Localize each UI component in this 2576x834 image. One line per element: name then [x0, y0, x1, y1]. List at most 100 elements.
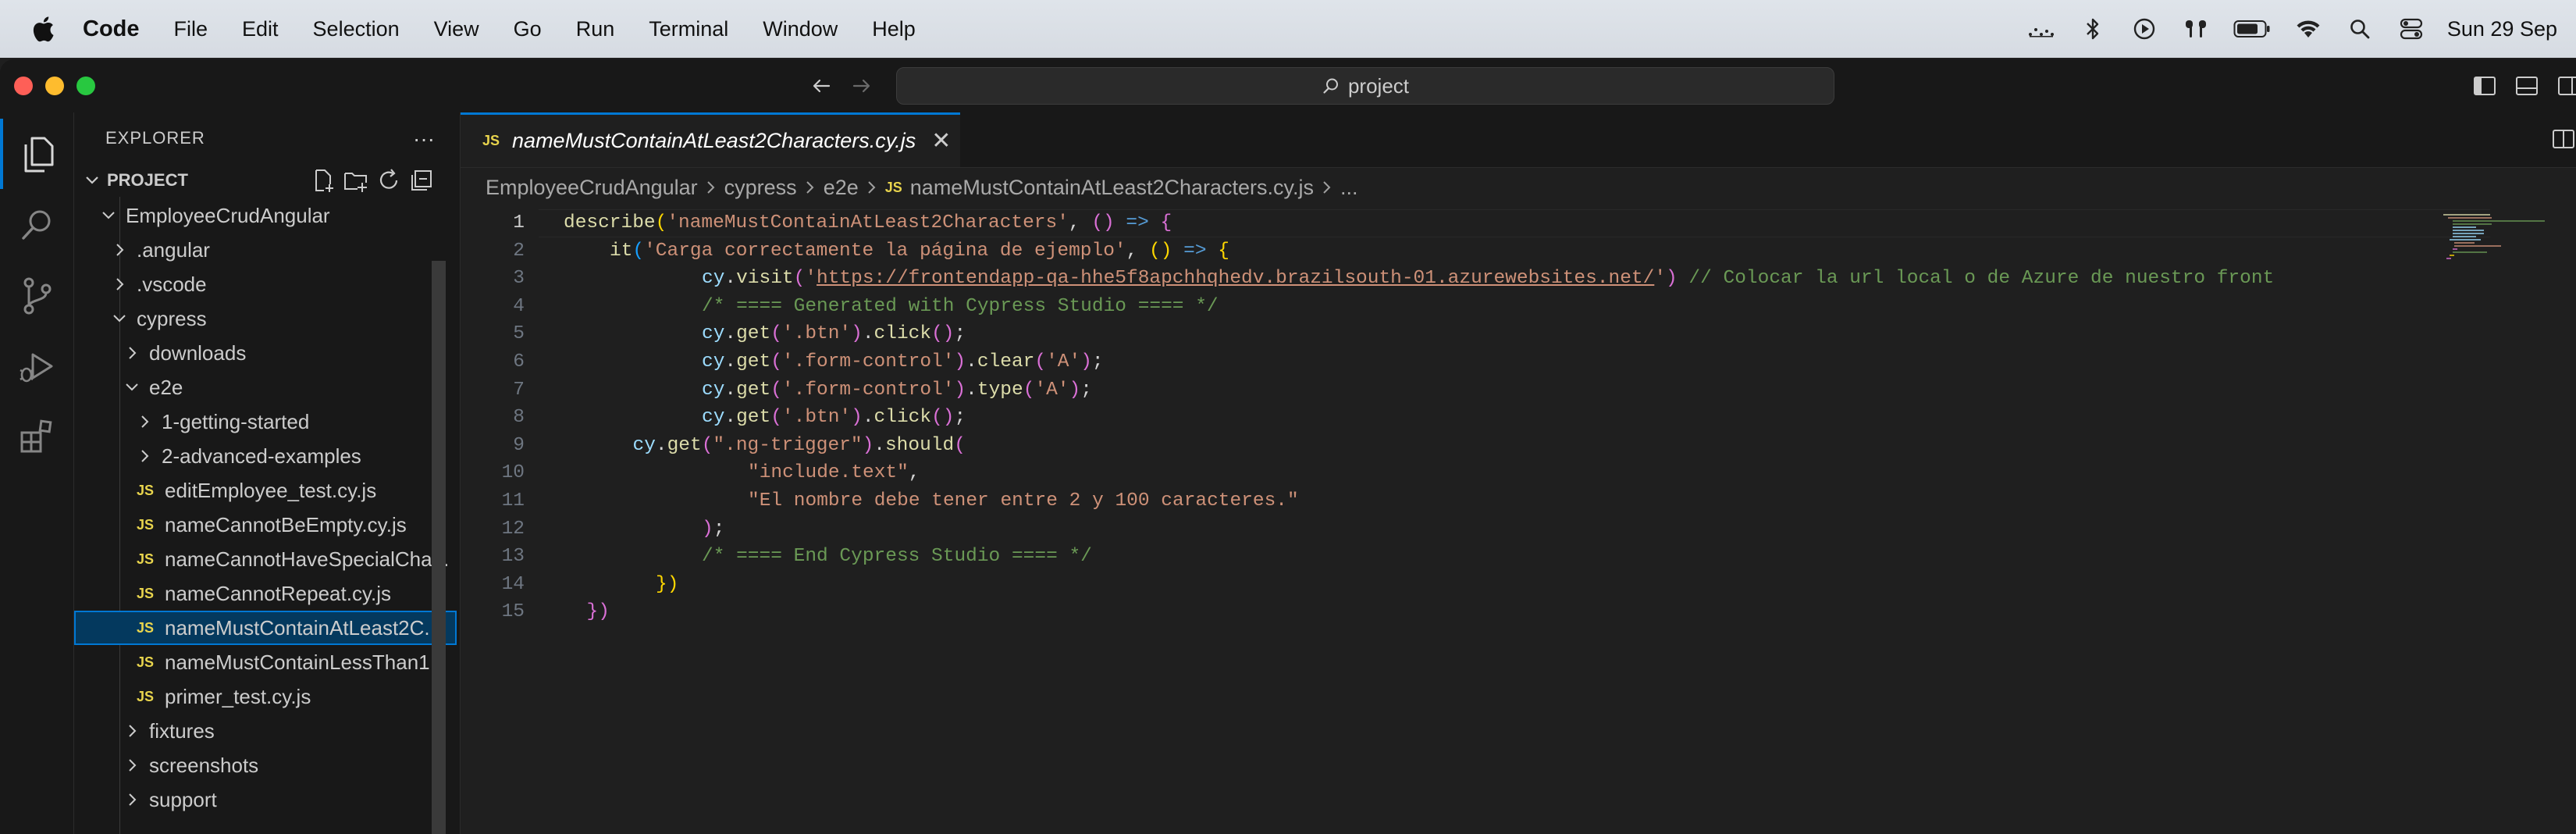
menu-run[interactable]: Run: [576, 17, 615, 41]
file-item-namecannotbeempty-cy-js[interactable]: JS nameCannotBeEmpty.cy.js: [74, 508, 460, 542]
file-item-primer-test-cy-js[interactable]: JS primer_test.cy.js: [74, 679, 460, 714]
menu-window[interactable]: Window: [763, 17, 838, 41]
code-token: visit: [736, 268, 794, 290]
sidebar-scrollbar[interactable]: [432, 261, 446, 834]
code-text: cy.get('.form-control').clear('A');: [702, 348, 1104, 376]
file-item-namemustcontainlessthan1[interactable]: JS nameMustContainLessThan1...: [74, 645, 460, 679]
window-maximize-button[interactable]: [76, 77, 95, 95]
folder-item-1-getting-started[interactable]: 1-getting-started: [74, 405, 460, 439]
code-line[interactable]: 10 "include.text",: [461, 459, 2490, 487]
menu-app-name[interactable]: Code: [83, 16, 140, 42]
refresh-explorer-icon[interactable]: [375, 167, 402, 194]
command-center-search[interactable]: project: [896, 67, 1834, 105]
code-line[interactable]: 8 cy.get('.btn').click();: [461, 404, 2490, 432]
code-token: }): [586, 601, 610, 623]
collapse-folders-icon[interactable]: [408, 167, 435, 194]
new-file-icon[interactable]: [310, 167, 336, 194]
spotlight-search-icon[interactable]: [2344, 13, 2375, 45]
project-section-header[interactable]: PROJECT: [74, 164, 460, 197]
code-line[interactable]: 11 "El nombre debe tener entre 2 y 100 ca…: [461, 487, 2490, 515]
file-item-namemustcontainatleast2c[interactable]: JS nameMustContainAtLeast2C...: [74, 611, 457, 645]
code-token: "El nombre debe tener entre 2 y 100 cara…: [748, 490, 1299, 511]
line-number: 10: [501, 462, 525, 484]
js-file-icon: JS: [137, 585, 155, 601]
file-item-namecannotrepeat-cy-js[interactable]: JS nameCannotRepeat.cy.js: [74, 576, 460, 611]
new-folder-icon[interactable]: [343, 167, 369, 194]
now-playing-icon[interactable]: [2129, 13, 2160, 45]
folder-item-downloads[interactable]: downloads: [74, 336, 460, 370]
control-center-icon[interactable]: [2396, 13, 2427, 45]
code-text: }): [587, 598, 610, 626]
search-view-icon[interactable]: [0, 191, 73, 261]
minimap[interactable]: [2443, 212, 2545, 275]
menu-go[interactable]: Go: [514, 17, 542, 41]
folder-item-e2e[interactable]: e2e: [74, 370, 460, 405]
folder-item-screenshots[interactable]: screenshots: [74, 748, 460, 782]
code-line[interactable]: 1 describe('nameMustContainAtLeast2Charac…: [461, 209, 2490, 237]
code-line[interactable]: 13 /* ==== End Cypress Studio ==== */: [461, 543, 2490, 571]
code-line[interactable]: 3 cy.visit('https://frontendapp-qa-hhe5f8…: [461, 265, 2490, 293]
source-control-icon[interactable]: [0, 261, 73, 331]
code-line[interactable]: 6 cy.get('.form-control').clear('A');: [461, 348, 2490, 376]
apple-logo-icon[interactable]: [31, 16, 55, 42]
wifi-icon[interactable]: [2293, 13, 2324, 45]
back-arrow-icon[interactable]: [809, 73, 834, 98]
code-line[interactable]: 4 /* ==== Generated with Cypress Studio =…: [461, 293, 2490, 321]
menu-help[interactable]: Help: [872, 17, 916, 41]
menu-terminal[interactable]: Terminal: [649, 17, 728, 41]
chevron-right-icon: [141, 415, 149, 428]
extensions-icon[interactable]: [0, 401, 73, 472]
code-line[interactable]: 7 cy.get('.form-control').type('A');: [461, 376, 2490, 405]
chevron-right-icon: [806, 181, 814, 194]
bluetooth-icon[interactable]: [2077, 13, 2108, 45]
code-line[interactable]: 5 cy.get('.btn').click();: [461, 320, 2490, 348]
code-line[interactable]: 12);: [461, 515, 2490, 544]
toggle-primary-sidebar-icon[interactable]: [2473, 75, 2496, 97]
code-token: 'A': [1046, 351, 1081, 372]
folder-item-vscode[interactable]: .vscode: [74, 267, 460, 301]
folder-item-fixtures[interactable]: fixtures: [74, 714, 460, 748]
line-number: 12: [501, 518, 525, 540]
code-line[interactable]: 14}): [461, 571, 2490, 599]
project-label: PROJECT: [107, 170, 188, 190]
folder-item-employeecrudangular[interactable]: EmployeeCrudAngular: [74, 198, 460, 233]
breadcrumb-item-symbols[interactable]: ...: [1340, 176, 1358, 200]
forward-arrow-icon[interactable]: [849, 73, 874, 98]
tree-item-label: nameCannotRepeat.cy.js: [165, 581, 392, 605]
menu-edit[interactable]: Edit: [242, 17, 279, 41]
menu-file[interactable]: File: [174, 17, 208, 41]
toggle-secondary-sidebar-icon[interactable]: [2557, 75, 2576, 97]
code-line[interactable]: 2 it('Carga correctamente la página de ej…: [461, 237, 2490, 266]
airpods-icon[interactable]: [2180, 13, 2211, 45]
folder-item-cypress[interactable]: cypress: [74, 301, 460, 336]
split-editor-icon[interactable]: [2551, 127, 2576, 151]
code-token: cy: [702, 323, 725, 345]
code-token: get: [736, 379, 771, 401]
breadcrumb-item-employeecrudangular[interactable]: EmployeeCrudAngular: [486, 176, 698, 200]
file-item-namecannothavespecialcha[interactable]: JS nameCannotHaveSpecialCha...: [74, 542, 460, 576]
battery-icon[interactable]: [2232, 13, 2272, 45]
explorer-icon[interactable]: [0, 119, 73, 189]
folder-item-support[interactable]: support: [74, 782, 460, 817]
code-token: (: [770, 407, 782, 429]
menu-bar-clock[interactable]: Sun 29 Sep: [2447, 17, 2557, 41]
code-token: get: [667, 434, 702, 456]
code-line[interactable]: 9 cy.get(".ng-trigger").should(: [461, 432, 2490, 460]
menu-view[interactable]: View: [434, 17, 479, 41]
tab-namemustcontainatleast2characters[interactable]: JS nameMustContainAtLeast2Characters.cy.…: [461, 112, 960, 167]
voice-control-icon[interactable]: [2026, 13, 2057, 45]
run-and-debug-icon[interactable]: [0, 331, 73, 401]
code-line[interactable]: 15}): [461, 598, 2490, 626]
tab-close-icon[interactable]: ✕: [931, 127, 951, 155]
breadcrumb-item-cypress[interactable]: cypress: [724, 176, 797, 200]
window-close-button[interactable]: [14, 77, 33, 95]
toggle-panel-icon[interactable]: [2515, 75, 2539, 97]
file-item-editemployee-test-cy-js[interactable]: JS editEmployee_test.cy.js: [74, 473, 460, 508]
folder-item-angular[interactable]: .angular: [74, 233, 460, 267]
breadcrumb-item-file[interactable]: nameMustContainAtLeast2Characters.cy.js: [910, 176, 1314, 200]
breadcrumb-item-e2e[interactable]: e2e: [824, 176, 859, 200]
explorer-more-actions-button[interactable]: ···: [410, 125, 438, 153]
menu-selection[interactable]: Selection: [313, 17, 400, 41]
window-minimize-button[interactable]: [45, 77, 64, 95]
folder-item-2-advanced-examples[interactable]: 2-advanced-examples: [74, 439, 460, 473]
